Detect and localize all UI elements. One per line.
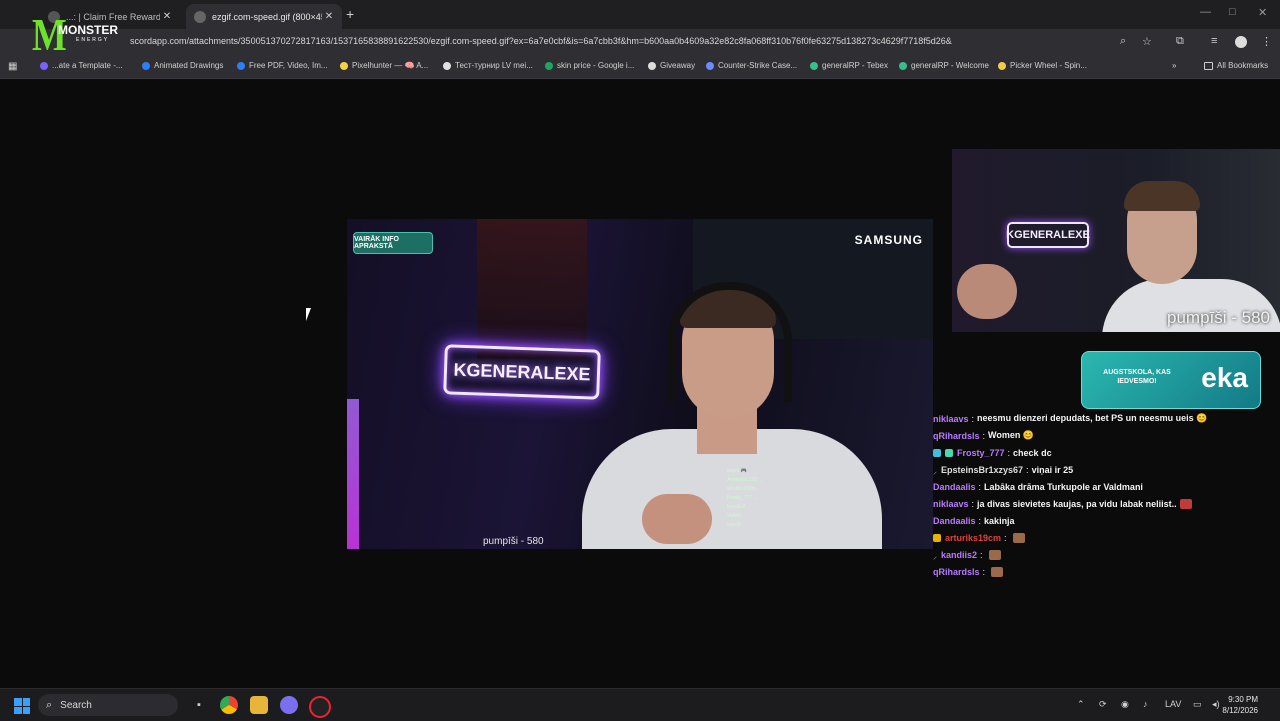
- bookmark-star-icon[interactable]: ☆: [1142, 35, 1152, 48]
- profile-avatar[interactable]: [1235, 36, 1247, 48]
- zoom-icon[interactable]: ⌕: [1120, 35, 1126, 48]
- bookmark-item[interactable]: generalRP - Welcome: [899, 61, 989, 70]
- stream-chat: niklaavs: neesmu dienzeri depudats, bet P…: [933, 410, 1273, 580]
- bookmark-item[interactable]: Animated Drawings: [142, 61, 223, 70]
- sync-icon[interactable]: ⟳: [1099, 699, 1107, 710]
- minimize-button[interactable]: —: [1200, 6, 1211, 18]
- chat-message: ⸝ kandiis2:: [933, 546, 1273, 563]
- monster-energy-logo: M MONSTER ENERGY: [2, 0, 132, 75]
- volume-icon[interactable]: ◂): [1212, 699, 1220, 710]
- chat-message: qRihardsls: Women 😊: [933, 430, 1035, 441]
- mouse-cursor-icon: [306, 308, 316, 321]
- close-window-button[interactable]: ✕: [1258, 6, 1267, 19]
- tray-chevron-icon[interactable]: ⌃: [1077, 699, 1085, 710]
- chat-message: qRihardsls:: [933, 563, 1273, 580]
- bookmark-item[interactable]: Counter-Strike Case...: [706, 61, 797, 70]
- bookmark-item[interactable]: Giveaway: [648, 61, 695, 70]
- eka-logo: eka: [1201, 362, 1248, 393]
- folder-icon: [1204, 61, 1213, 70]
- chat-message: Dandaalis: Labāka drāma Turkupole ar Vald…: [933, 481, 1143, 492]
- more-bookmarks-icon[interactable]: »: [1172, 61, 1176, 70]
- bookmark-favicon: [706, 61, 714, 70]
- video-caption: pumpīši - 580: [483, 536, 544, 547]
- tab-strip: ...: | Claim Free Rewards ✕ ezgif.com-sp…: [0, 0, 1280, 29]
- bookmark-favicon: [340, 61, 348, 70]
- emote-icon: [1179, 498, 1192, 509]
- chat-message: niklaavs: ja divas sievietes kaujas, pa v…: [933, 495, 1273, 512]
- language-indicator[interactable]: LAV: [1165, 699, 1181, 709]
- bookmarks-bar: ▦ ...ate a Template -... Animated Drawin…: [0, 56, 1280, 79]
- tab-ezgif[interactable]: ezgif.com-speed.gif (800×450) ✕: [186, 4, 342, 29]
- search-icon: ⌕: [46, 698, 53, 711]
- bookmark-item[interactable]: skin price - Google i...: [545, 61, 634, 70]
- chat-message: ⸝ EpsteinsBr1xzys67: viņai ir 25: [933, 464, 1074, 476]
- address-bar[interactable]: scordapp.com/attachments/350051370272817…: [130, 36, 952, 46]
- chat-message: arturiks19cm:: [933, 529, 1273, 546]
- mini-chat-reflection: expot 🎮 AmandaL123 ... arturiks19cm ... …: [727, 468, 763, 528]
- bookmark-item[interactable]: Picker Wheel - Spin...: [998, 61, 1087, 70]
- webcam-overlay: KGENERALEXE pumpīši - 580: [952, 149, 1280, 332]
- media-icon[interactable]: ≡: [1211, 35, 1217, 47]
- ad-text: AUGSTSKOLA, KAS IEDVESMO!: [1103, 369, 1171, 385]
- bookmark-favicon: [998, 61, 1006, 70]
- bookmark-favicon: [237, 61, 245, 70]
- bookmark-favicon: [810, 61, 818, 70]
- info-chip: VAIRĀK INFO APRAKSTĀ: [353, 232, 433, 254]
- neon-sign: KGENERALEXE: [1006, 222, 1090, 248]
- chat-badge-icon: [933, 533, 941, 542]
- tab-title: ezgif.com-speed.gif (800×450): [212, 11, 322, 22]
- discord-icon[interactable]: [280, 696, 298, 714]
- emote-icon: [988, 549, 1001, 560]
- taskbar-search[interactable]: ⌕ Search: [38, 694, 178, 716]
- bookmark-favicon: [142, 61, 150, 70]
- emote-icon: [991, 566, 1004, 577]
- menu-icon[interactable]: ⋮: [1261, 35, 1272, 48]
- headset-icon: [667, 282, 792, 402]
- chat-message: Frosty_777: check dc: [933, 444, 1273, 461]
- new-tab-button[interactable]: +: [346, 6, 354, 22]
- sponsor-ad: AUGSTSKOLA, KAS IEDVESMO! eka: [1081, 351, 1261, 409]
- microphone-icon[interactable]: ♪: [1143, 699, 1148, 709]
- chat-message: niklaavs: neesmu dienzeri depudats, bet P…: [933, 413, 1208, 424]
- streamer: [562, 264, 882, 549]
- app-icon[interactable]: [309, 696, 331, 718]
- chat-badge-icon: [945, 448, 953, 457]
- led-strip: [347, 399, 359, 549]
- bookmark-favicon: [648, 61, 656, 70]
- all-bookmarks-folder[interactable]: All Bookmarks: [1204, 61, 1268, 70]
- browser-toolbar: scordapp.com/attachments/350051370272817…: [0, 29, 1280, 56]
- task-view-icon[interactable]: ▪: [190, 696, 208, 714]
- start-button[interactable]: [14, 698, 30, 714]
- main-video-frame[interactable]: KGENERALEXE VAIRĀK INFO APRAKSTĀ SAMSUNG…: [347, 219, 933, 549]
- chrome-icon[interactable]: [220, 696, 238, 714]
- close-tab-icon[interactable]: ✕: [160, 11, 174, 22]
- bookmark-favicon: [443, 61, 451, 70]
- logo-sub: ENERGY: [76, 37, 110, 43]
- file-explorer-icon[interactable]: [250, 696, 268, 714]
- webcam-label: pumpīši - 580: [1167, 308, 1270, 327]
- samsung-logo: SAMSUNG: [854, 233, 923, 247]
- bookmark-item[interactable]: Тест-турнир LV mei...: [443, 61, 533, 70]
- emote-icon: [1012, 532, 1025, 543]
- maximize-button[interactable]: □: [1229, 6, 1236, 18]
- bookmark-item[interactable]: Free PDF, Video, Im...: [237, 61, 328, 70]
- extensions-icon[interactable]: ⧉: [1176, 35, 1184, 48]
- system-clock[interactable]: 9:30 PM 8/12/2026: [1222, 694, 1258, 716]
- bookmark-item[interactable]: Pixelhunter — 🧠 A...: [340, 61, 428, 70]
- display-icon[interactable]: ▭: [1193, 699, 1202, 710]
- chat-badge-icon: [933, 448, 941, 457]
- bookmark-favicon: [545, 61, 553, 70]
- logo-name: MONSTER: [58, 23, 118, 37]
- close-tab-icon[interactable]: ✕: [322, 11, 336, 22]
- network-tray-icon[interactable]: ◉: [1121, 699, 1129, 710]
- tab-favicon: [194, 10, 206, 23]
- bookmark-item[interactable]: generalRP - Tebex: [810, 61, 888, 70]
- chat-message: Dandaalis: kakinja: [933, 515, 1015, 526]
- taskbar: ⌕ Search ▪ ⌃ ⟳ ◉ ♪ LAV ▭ ◂) 9:30 PM 8/12…: [0, 688, 1280, 721]
- bookmark-favicon: [899, 61, 907, 70]
